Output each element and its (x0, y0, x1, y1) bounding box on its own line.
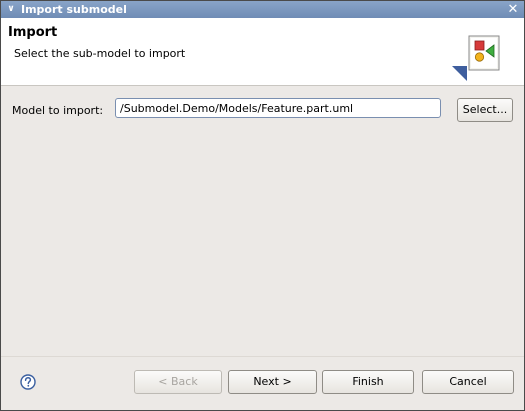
next-button[interactable]: Next > (228, 370, 317, 394)
cancel-button[interactable]: Cancel (422, 370, 514, 394)
import-submodel-dialog: ∨ Import submodel ✕ Import Select the su… (0, 0, 525, 411)
page-description: Select the sub-model to import (14, 47, 186, 60)
close-icon[interactable]: ✕ (507, 1, 519, 18)
back-button[interactable]: < Back (134, 370, 222, 394)
button-bar-separator (1, 356, 524, 357)
wizard-header: Import Select the sub-model to import (1, 18, 524, 86)
window-menu-icon[interactable]: ∨ (5, 1, 17, 18)
title-bar: ∨ Import submodel ✕ (1, 1, 524, 18)
window-title: Import submodel (21, 3, 127, 16)
model-path-input[interactable] (115, 98, 441, 118)
model-to-import-label: Model to import: (12, 104, 104, 117)
select-button[interactable]: Select... (457, 98, 513, 122)
import-wizard-icon (452, 35, 500, 81)
finish-button[interactable]: Finish (322, 370, 414, 394)
help-icon[interactable] (20, 374, 36, 390)
page-title: Import (8, 25, 58, 40)
